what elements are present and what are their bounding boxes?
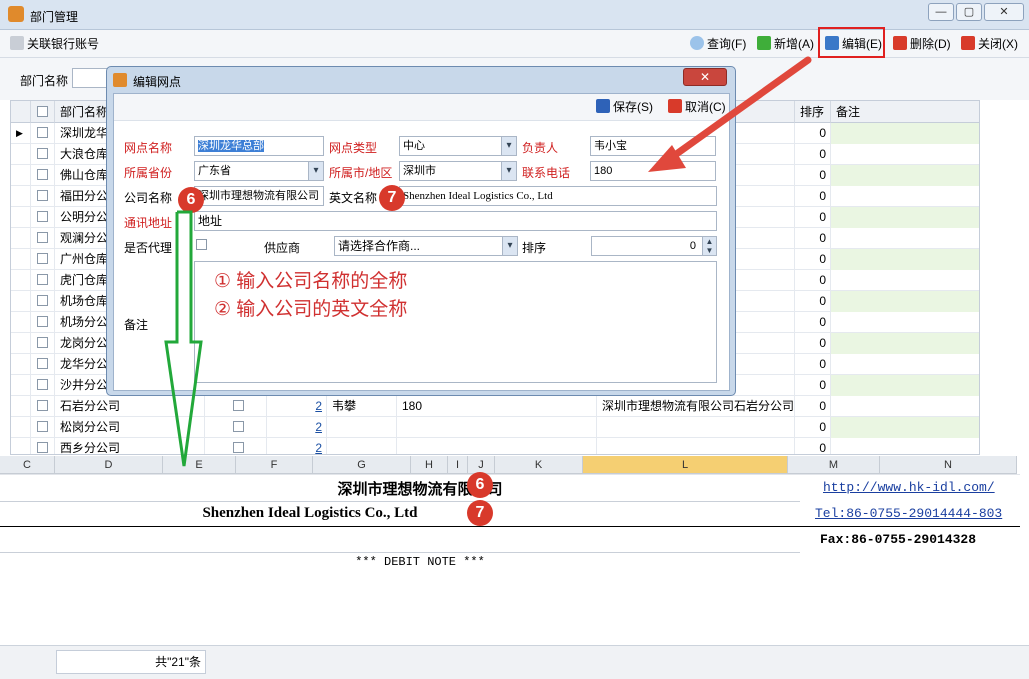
green-arrow [164, 210, 203, 467]
red-arrow [648, 56, 812, 172]
annotation-arrows [164, 56, 812, 467]
